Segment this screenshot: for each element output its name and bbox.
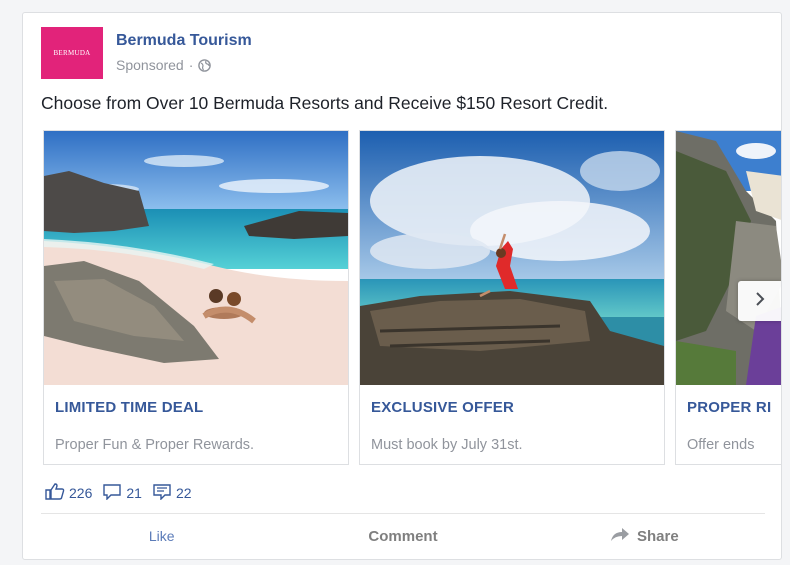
post-message: Choose from Over 10 Bermuda Resorts and … <box>41 93 609 113</box>
logo-text: BERMUDA <box>53 49 91 57</box>
carousel-card-2[interactable]: EXCLUSIVE OFFER Must book by July 31st. <box>359 130 665 465</box>
shares-count[interactable]: 22 <box>152 483 192 503</box>
like-button-label: Like <box>148 528 175 544</box>
share-button-label: Share <box>636 527 679 545</box>
like-button[interactable]: Like <box>41 514 282 558</box>
card-description: Must book by July 31st. <box>371 437 523 453</box>
post-meta: Sponsored · <box>116 57 212 73</box>
comments-count-value: 21 <box>126 485 142 501</box>
card-description: Offer ends <box>687 437 755 453</box>
post-header: BERMUDA Bermuda Tourism Sponsored · <box>41 27 741 81</box>
shares-count-value: 22 <box>175 485 192 501</box>
card-image-yoga-rock <box>360 131 664 385</box>
likes-count[interactable]: 226 <box>45 483 92 503</box>
likes-count-value: 226 <box>69 485 93 501</box>
page-logo[interactable]: BERMUDA <box>41 27 103 79</box>
engagement-counts: 226 21 22 <box>45 483 202 503</box>
share-button[interactable]: Share <box>524 514 765 558</box>
carousel-next-button[interactable] <box>738 281 781 321</box>
comment-icon <box>102 483 126 503</box>
page-name-link[interactable]: Bermuda Tourism <box>116 32 252 50</box>
carousel-card-1[interactable]: LIMITED TIME DEAL Proper Fun & Proper Re… <box>43 130 349 465</box>
sponsored-post: BERMUDA Bermuda Tourism Sponsored · Choo… <box>22 12 782 560</box>
comments-count[interactable]: 21 <box>102 483 142 503</box>
card-title[interactable]: PROPER RI <box>687 399 771 416</box>
card-image-cliffs <box>676 131 781 385</box>
post-actions: Like Comment Share <box>41 514 765 558</box>
share-arrow-icon <box>610 527 637 546</box>
chevron-right-icon <box>754 291 766 312</box>
card-image-beach-couple <box>44 131 348 385</box>
card-description: Proper Fun & Proper Rewards. <box>55 437 255 453</box>
meta-separator: · <box>188 57 194 73</box>
card-title[interactable]: EXCLUSIVE OFFER <box>371 399 514 416</box>
globe-icon <box>198 58 212 72</box>
carousel: LIMITED TIME DEAL Proper Fun & Proper Re… <box>43 130 781 466</box>
thumbs-up-icon <box>45 483 69 503</box>
card-title[interactable]: LIMITED TIME DEAL <box>55 399 203 416</box>
sponsored-label[interactable]: Sponsored <box>116 57 184 73</box>
comment-button[interactable]: Comment <box>282 514 523 558</box>
share-count-icon <box>152 483 176 503</box>
comment-button-label: Comment <box>368 527 438 545</box>
